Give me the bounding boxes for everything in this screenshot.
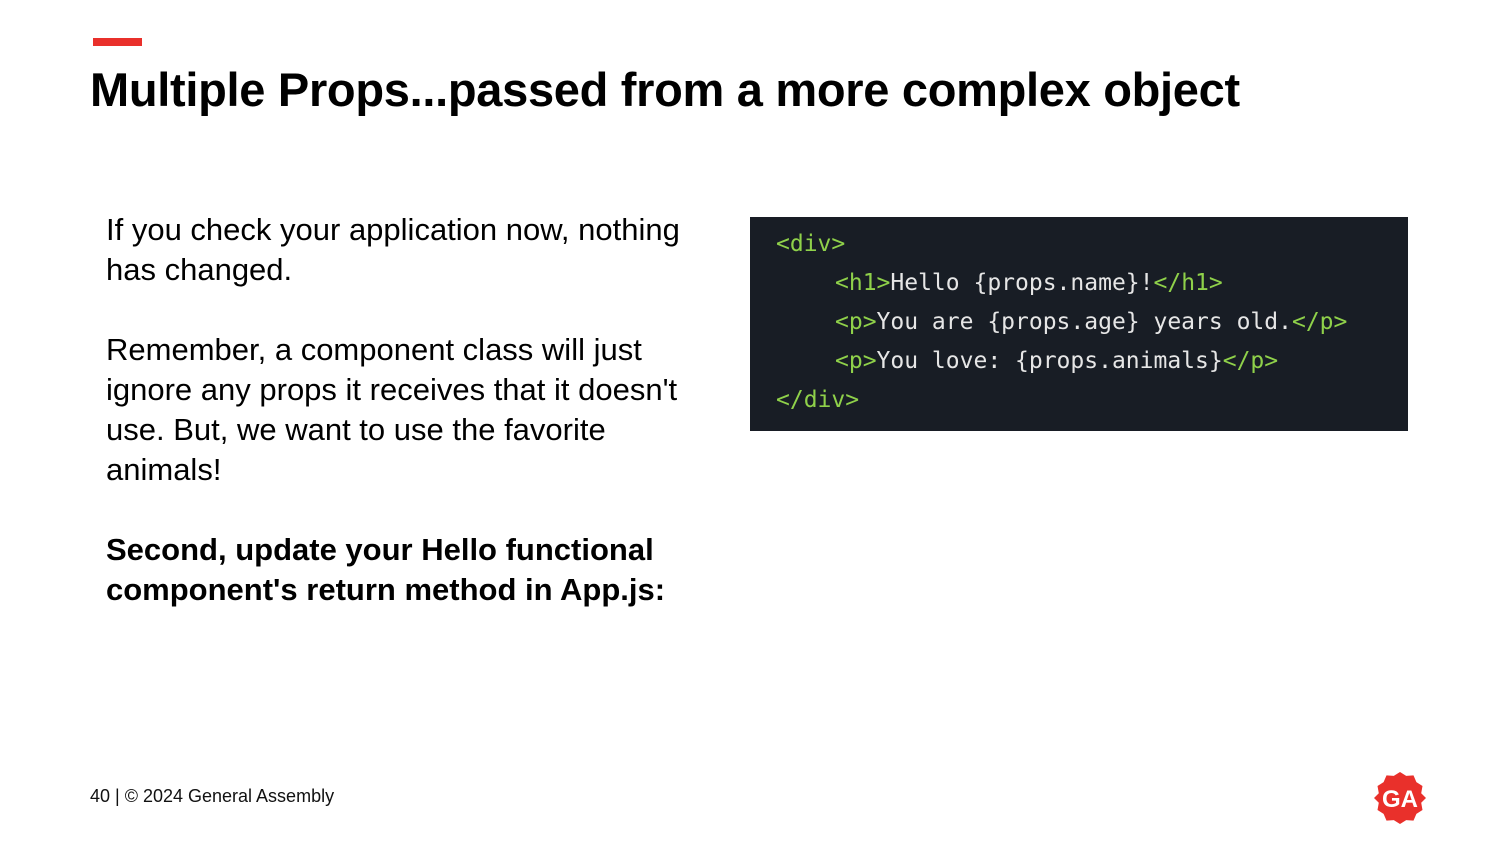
code-line-4: <p>You love: {props.animals}</p> bbox=[776, 342, 1408, 381]
code-line-5: </div> bbox=[776, 381, 1408, 420]
instruction-text: Second, update your Hello functional com… bbox=[106, 532, 666, 607]
code-line-2: <h1>Hello {props.name}!</h1> bbox=[776, 264, 1408, 303]
code-line-1: <div> bbox=[776, 225, 1408, 264]
slide-footer: 40 | © 2024 General Assembly bbox=[90, 786, 335, 806]
code-text: Hello {props.name}! bbox=[890, 270, 1154, 296]
title-accent-bar bbox=[93, 38, 142, 46]
code-tag: </p> bbox=[1291, 309, 1348, 335]
body-paragraph-1: If you check your application now, nothi… bbox=[106, 212, 680, 287]
code-line-3: <p>You are {props.age} years old.</p> bbox=[776, 303, 1408, 342]
code-tag: </div> bbox=[776, 387, 860, 413]
code-tag: </p> bbox=[1222, 348, 1279, 374]
body-paragraph-2: Remember, a component class will just ig… bbox=[106, 332, 678, 487]
code-text: You love: {props.animals} bbox=[876, 348, 1223, 374]
code-tag: <p> bbox=[835, 348, 877, 374]
code-tag: <div> bbox=[776, 231, 846, 257]
code-tag: <p> bbox=[835, 309, 877, 335]
code-tag: <h1> bbox=[835, 270, 891, 296]
code-snippet: <div> <h1>Hello {props.name}!</h1> <p>Yo… bbox=[750, 217, 1408, 431]
slide-title: Multiple Props...passed from a more comp… bbox=[90, 63, 1240, 116]
code-tag: </h1> bbox=[1153, 270, 1223, 296]
logo-text: GA bbox=[1382, 786, 1418, 813]
ga-logo-icon: GA bbox=[1374, 772, 1426, 824]
code-text: You are {props.age} years old. bbox=[876, 309, 1292, 335]
slide-body: If you check your application now, nothi… bbox=[106, 210, 706, 610]
